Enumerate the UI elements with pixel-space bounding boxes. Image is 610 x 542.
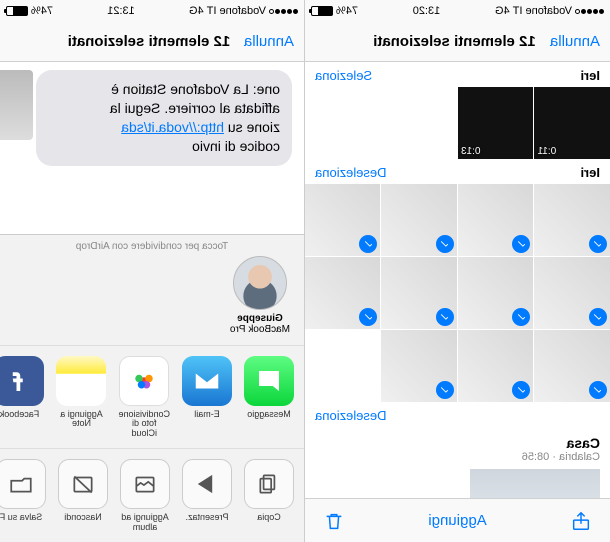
nav-bar: Annulla 12 elementi selezionati	[0, 22, 304, 62]
photo-thumb[interactable]	[305, 184, 381, 256]
share-screen: Vodafone IT 4G 13:21 74% Annulla 12 elem…	[0, 0, 305, 542]
battery-icon	[6, 6, 28, 16]
trash-icon[interactable]	[323, 510, 345, 532]
photo-thumb[interactable]	[382, 184, 458, 256]
network-label: 4G	[495, 5, 510, 17]
section-label: Ieri	[580, 68, 600, 83]
battery-percent: 74%	[31, 5, 53, 17]
bottom-toolbar: Aggiungi	[305, 498, 610, 542]
photo-thumb[interactable]	[305, 257, 381, 329]
airdrop-target[interactable]: GiuseppeMacBook Pro	[228, 256, 292, 335]
check-icon	[360, 235, 378, 253]
photo-thumb[interactable]	[382, 257, 458, 329]
carrier-label: Vodafone IT	[513, 5, 572, 17]
message-bubble: one: La Vodafone Station è affidata al c…	[36, 70, 292, 166]
check-icon	[589, 308, 607, 326]
share-content: one: La Vodafone Station è affidata al c…	[0, 62, 304, 542]
check-icon	[589, 235, 607, 253]
action-save-files[interactable]: Salva su F	[0, 459, 46, 532]
photo-thumb[interactable]	[458, 184, 534, 256]
photos-content: Ieri Seleziona 0:11 0:13 Ieri Deselezion…	[305, 62, 610, 498]
notes-icon	[56, 356, 106, 406]
share-notes[interactable]: Aggiungi a Note	[56, 356, 106, 438]
status-bar: Vodafone IT 4G 13:20 74%	[305, 0, 610, 22]
share-sheet: Tocca per condividere con AirDrop Giusep…	[0, 234, 304, 542]
check-icon	[589, 381, 607, 399]
avatar	[233, 256, 287, 310]
photos-icon	[119, 356, 169, 406]
share-mail[interactable]: E-mail	[182, 356, 232, 438]
photo-thumb[interactable]	[458, 257, 534, 329]
deselect-button[interactable]: Deseleziona	[315, 165, 387, 180]
check-icon	[436, 235, 454, 253]
clock: 13:20	[413, 5, 441, 17]
photo-thumb[interactable]	[535, 257, 610, 329]
deselect-button[interactable]: Deseleziona	[315, 408, 387, 423]
folder-icon	[0, 459, 46, 509]
action-copy[interactable]: Copia	[244, 459, 294, 532]
check-icon	[436, 308, 454, 326]
battery-percent: 74%	[336, 5, 358, 17]
check-icon	[436, 381, 454, 399]
action-hide[interactable]: Nascondi	[58, 459, 108, 532]
carrier-label: Vodafone IT	[207, 5, 266, 17]
copy-icon	[244, 459, 294, 509]
battery-icon	[311, 6, 333, 16]
photo-thumb[interactable]	[458, 330, 534, 402]
facebook-icon	[0, 356, 44, 406]
photos-screen: Vodafone IT 4G 13:20 74% Annulla 12 elem…	[305, 0, 610, 542]
video-thumb[interactable]: 0:11	[535, 87, 610, 159]
photo-thumb[interactable]	[535, 184, 610, 256]
photo-thumb[interactable]	[382, 330, 458, 402]
signal-icon	[575, 9, 604, 14]
signal-icon	[269, 9, 298, 14]
cancel-button[interactable]: Annulla	[244, 33, 294, 50]
nav-title: 12 elementi selezionati	[373, 33, 536, 50]
photo-thumb[interactable]	[535, 330, 610, 402]
action-add-album[interactable]: Aggiungi ad album	[120, 459, 170, 532]
airdrop-hint: Tocca per condividere con AirDrop	[0, 235, 304, 256]
share-icon[interactable]	[570, 510, 592, 532]
moment-location: Casa	[315, 435, 600, 451]
share-messages[interactable]: Messaggio	[244, 356, 294, 438]
messages-icon	[244, 356, 294, 406]
share-facebook[interactable]: Facebook	[0, 356, 44, 438]
mail-icon	[182, 356, 232, 406]
video-thumb[interactable]: 0:13	[458, 87, 534, 159]
play-icon	[182, 459, 232, 509]
action-slideshow[interactable]: Presentaz.	[182, 459, 232, 532]
preview-thumb[interactable]	[0, 70, 33, 140]
select-button[interactable]: Seleziona	[315, 68, 372, 83]
nav-bar: Annulla 12 elementi selezionati	[305, 22, 610, 62]
cancel-button[interactable]: Annulla	[550, 33, 600, 50]
section-label: Ieri	[580, 165, 600, 180]
sms-link[interactable]: http://voda.it/sda	[121, 119, 224, 135]
check-icon	[360, 308, 378, 326]
check-icon	[513, 381, 531, 399]
nav-title: 12 elementi selezionati	[68, 33, 231, 50]
moment-subtitle: Calabria · 08:56	[315, 451, 600, 463]
photo-thumb[interactable]	[470, 469, 600, 498]
check-icon	[513, 308, 531, 326]
clock: 13:21	[107, 5, 135, 17]
status-bar: Vodafone IT 4G 13:21 74%	[0, 0, 304, 22]
album-icon	[120, 459, 170, 509]
check-icon	[513, 235, 531, 253]
network-label: 4G	[189, 5, 204, 17]
add-to-button[interactable]: Aggiungi	[428, 512, 486, 529]
share-icloud-photos[interactable]: Condivisione foto di iCloud	[118, 356, 170, 438]
hide-icon	[58, 459, 108, 509]
